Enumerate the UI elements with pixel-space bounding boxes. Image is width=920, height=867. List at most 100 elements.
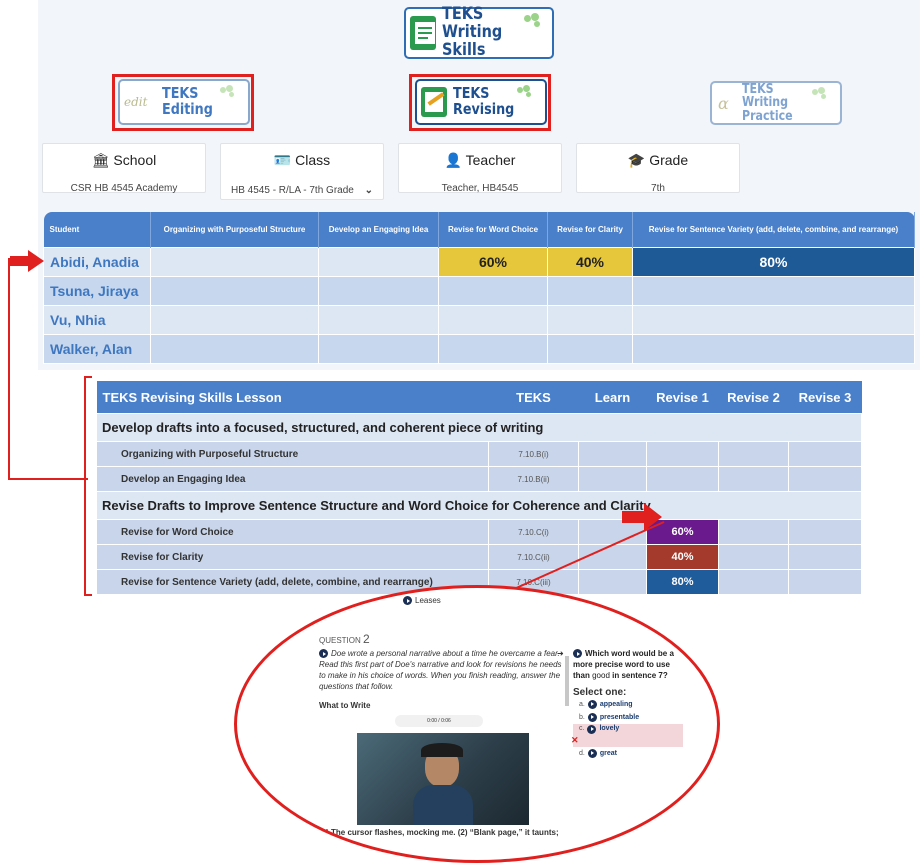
scrollbar[interactable] [565,656,569,706]
play-icon[interactable] [403,596,412,606]
column-header[interactable]: Revise for Clarity [547,212,633,248]
lesson-name: Revise for Clarity [96,544,489,570]
connector-line [8,258,10,480]
notebook-icon [410,16,436,50]
revise1-cell[interactable] [646,466,719,492]
red-arrow-icon [10,250,44,272]
grade-box: 🎓 Grade 7th [576,143,740,194]
score-cell[interactable]: 80% [632,247,915,277]
lesson-row: Develop an Engaging Idea 7.10.B(ii) [96,466,862,492]
play-icon[interactable] [319,649,328,659]
revise3-cell[interactable] [788,519,862,545]
revise2-cell[interactable] [718,441,789,467]
column-header[interactable]: Student [43,212,151,248]
section-title: Develop drafts into a focused, structure… [96,413,862,442]
answer-option-a[interactable]: a. appealing [573,698,683,711]
score-cell[interactable]: 60% [438,247,548,277]
incorrect-x-icon: ✕ [571,735,579,745]
lesson-column-header: TEKS [488,381,579,414]
revise2-cell[interactable] [718,466,789,492]
lesson-column-header: Revise 3 [788,381,862,414]
revise2-cell[interactable] [718,519,789,545]
school-box: 🏛 School CSR HB 4545 Academy [42,143,206,194]
revise2-cell[interactable] [718,569,789,595]
teks-editing-button[interactable]: edit TEKS Editing [118,79,250,125]
logo-line2: Revising [453,100,515,118]
grade-value: 7th [651,183,665,194]
school-value: CSR HB 4545 Academy [70,183,178,194]
student-name-link[interactable]: Vu, Nhia [43,305,151,335]
lesson-column-header: TEKS Revising Skills Lesson [96,381,489,414]
quiz-panel: Leases QUESTION 2 Doe wrote a personal n… [307,588,683,860]
score-cell [632,305,915,335]
revise3-cell[interactable] [788,569,862,595]
learn-cell[interactable] [578,466,647,492]
section-row: Revise Drafts to Improve Sentence Struct… [96,491,862,520]
play-icon[interactable] [587,700,597,709]
grade-label: Grade [649,152,689,168]
class-value: HB 4545 - R/LA - 7th Grade [231,185,354,196]
teacher-label: Teacher [465,152,516,168]
question-header: QUESTION 2 [319,632,370,646]
student-photo [357,733,529,825]
revise3-cell[interactable] [788,441,862,467]
select-one-label: Select one: [573,687,627,698]
teks-revising-button[interactable]: TEKS Revising [415,79,547,125]
answer-option-d[interactable]: d. great [573,747,683,760]
edit-icon: edit [124,95,148,109]
revise3-cell[interactable] [788,466,862,492]
leases-fragment: Leases [403,596,441,606]
revise3-cell[interactable] [788,544,862,570]
lesson-header-row: TEKS Revising Skills Lesson TEKS Learn R… [96,381,862,414]
score-cell [438,276,548,306]
expand-arrow-icon[interactable]: ➜ [557,648,564,659]
score-cell [150,305,319,335]
section-title: Revise Drafts to Improve Sentence Struct… [96,491,862,520]
score-cell [150,247,319,277]
lesson-column-header: Learn [578,381,647,414]
class-box: 🪪 Class HB 4545 - R/LA - 7th Grade ⌄ [220,143,384,200]
teks-writing-practice-button[interactable]: α TEKS Writing Practice [710,81,842,125]
lesson-name: Organizing with Purposeful Structure [96,441,489,467]
play-icon[interactable] [573,649,582,659]
play-icon[interactable] [587,749,597,758]
learn-cell[interactable] [578,441,647,467]
revise1-cell[interactable] [646,441,719,467]
answer-option-b[interactable]: b. presentable [573,711,683,724]
user-icon: 👤 [444,152,462,168]
passage-panel[interactable]: Doe wrote a personal narrative about a t… [319,648,564,844]
column-header[interactable]: Develop an Engaging Idea [318,212,439,248]
student-name-link[interactable]: Abidi, Anadia [43,247,151,277]
answer-option-c[interactable]: c. lovely ✕ [571,724,683,747]
score-cell [632,334,915,364]
chevron-down-icon: ⌄ [364,185,373,196]
notebook-pencil-icon [421,87,447,117]
audio-player[interactable]: 0:00 / 0:06 [395,715,483,727]
column-header[interactable]: Revise for Word Choice [438,212,548,248]
teacher-box: 👤 Teacher Teacher, HB4545 [398,143,562,194]
play-icon[interactable] [587,713,597,722]
what-to-write-label: What to Write [319,701,371,710]
connector-line [8,478,88,480]
score-cell [150,334,319,364]
lesson-row: Organizing with Purposeful Structure 7.1… [96,441,862,467]
score-cell[interactable]: 40% [547,247,633,277]
alpha-pen-icon: α [718,93,729,113]
logo-line2: Writing Practice [741,95,793,124]
teks-code: 7.10.B(i) [488,441,579,467]
table-row: Vu, Nhia [43,305,915,335]
teacher-value: Teacher, HB4545 [441,183,519,194]
revise2-cell[interactable] [718,544,789,570]
graduation-cap-icon: 🎓 [627,152,646,168]
passage-intro: Doe wrote a personal narrative about a t… [319,649,562,691]
column-header[interactable]: Revise for Sentence Variety (add, delete… [632,212,915,248]
student-name-link[interactable]: Walker, Alan [43,334,151,364]
column-header[interactable]: Organizing with Purposeful Structure [150,212,319,248]
score-cell [318,276,439,306]
class-select[interactable]: HB 4545 - R/LA - 7th Grade ⌄ [221,185,383,196]
class-label: Class [295,152,331,168]
play-icon[interactable] [587,725,597,734]
score-cell [318,247,439,277]
lesson-name: Revise for Word Choice [96,519,489,545]
student-name-link[interactable]: Tsuna, Jiraya [43,276,151,306]
